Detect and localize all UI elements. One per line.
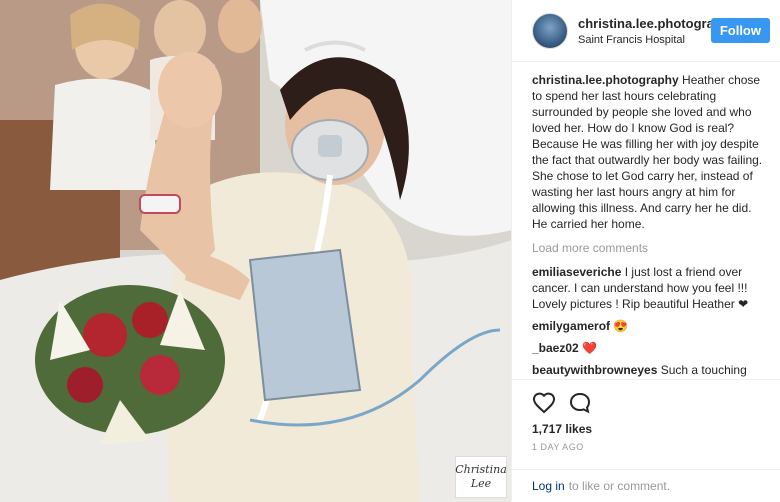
instagram-post: Christina Lee christina.lee.photography …: [0, 0, 780, 502]
comment-username[interactable]: beautywithbrowneyes: [532, 363, 657, 377]
follow-button[interactable]: Follow: [710, 18, 770, 43]
heart-icon[interactable]: [532, 391, 556, 415]
location-link[interactable]: Saint Francis Hospital: [578, 34, 711, 46]
comment-username[interactable]: emilygamerof: [532, 319, 610, 333]
likes-count[interactable]: 1,717 likes: [532, 422, 760, 436]
load-more-comments-link[interactable]: Load more comments: [532, 240, 768, 256]
watermark-line1: Christina: [455, 463, 507, 476]
photographer-watermark: Christina Lee: [455, 456, 507, 498]
comment-item: emiliaseveriche I just lost a friend ove…: [532, 264, 768, 312]
post-sidebar: christina.lee.photography Saint Francis …: [511, 0, 780, 502]
post-actions: 1,717 likes 1 DAY AGO: [512, 379, 780, 469]
watermark-line2: Lee: [470, 477, 492, 490]
action-icons: [532, 390, 760, 416]
post-date: 1 DAY AGO: [532, 442, 584, 452]
comment-username[interactable]: emiliaseveriche: [532, 265, 621, 279]
comment-text: ❤️: [582, 341, 597, 355]
caption-username[interactable]: christina.lee.photography: [532, 73, 679, 87]
header-text: christina.lee.photography Saint Francis …: [578, 16, 711, 46]
comment-icon[interactable]: [568, 391, 592, 415]
login-text: to like or comment.: [568, 479, 671, 493]
avatar[interactable]: [532, 12, 568, 49]
post-header: christina.lee.photography Saint Francis …: [512, 0, 780, 62]
comment-text: 😍: [613, 319, 629, 333]
comment-username[interactable]: _baez02: [532, 341, 579, 355]
photo-illustration: [0, 0, 511, 502]
comment-item: emilygamerof 😍: [532, 318, 768, 334]
post-photo[interactable]: Christina Lee: [0, 0, 511, 502]
caption-text: Heather chose to spend her last hours ce…: [532, 73, 763, 231]
comment-item: beautywithbrowneyes Such a touching stor…: [532, 362, 768, 379]
username-link[interactable]: christina.lee.photography: [578, 16, 711, 31]
comments-section: christina.lee.photography Heather chose …: [512, 62, 780, 379]
caption: christina.lee.photography Heather chose …: [532, 72, 768, 232]
login-link[interactable]: Log in: [532, 479, 565, 493]
comment-item: _baez02 ❤️: [532, 340, 768, 356]
login-bar: Log in to like or comment.: [512, 469, 780, 502]
